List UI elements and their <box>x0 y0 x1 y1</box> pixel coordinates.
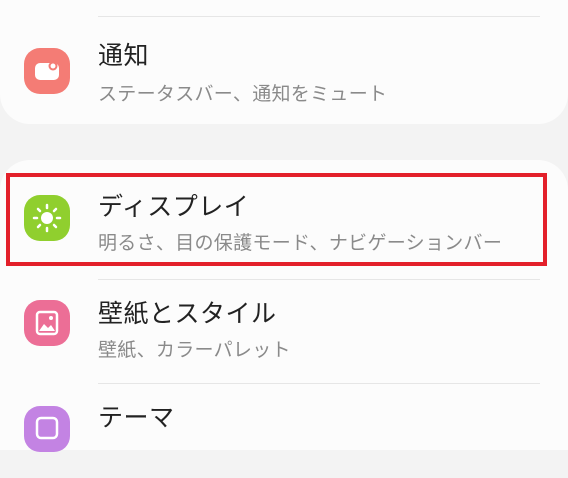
wallpaper-icon <box>24 300 70 346</box>
settings-card-bottom: ディスプレイ 明るさ、目の保護モード、ナビゲーションバー 壁紙とスタイル 壁紙、… <box>0 160 568 452</box>
settings-item-title: 壁紙とスタイル <box>98 299 277 328</box>
settings-item-title: ディスプレイ <box>98 192 250 221</box>
settings-item-subtitle: ステータスバー、通知をミュート <box>98 83 388 105</box>
settings-item-display[interactable]: ディスプレイ 明るさ、目の保護モード、ナビゲーションバー <box>0 175 568 267</box>
settings-item-theme[interactable]: テーマ <box>0 386 568 478</box>
notification-icon <box>24 48 70 94</box>
sun-icon <box>24 195 70 241</box>
theme-icon <box>24 406 70 452</box>
settings-card-top: 通知 ステータスバー、通知をミュート <box>0 0 568 124</box>
settings-item-title: 通知 <box>98 41 150 70</box>
settings-item-wallpaper[interactable]: 壁紙とスタイル 壁紙、カラーパレット <box>0 282 568 374</box>
settings-item-subtitle: 壁紙、カラーパレット <box>98 339 291 361</box>
divider <box>98 16 540 17</box>
settings-item-subtitle: 明るさ、目の保護モード、ナビゲーションバー <box>98 232 503 254</box>
settings-item-title: テーマ <box>98 403 175 432</box>
divider <box>98 279 540 280</box>
settings-item-notifications[interactable]: 通知 ステータスバー、通知をミュート <box>0 24 568 116</box>
divider <box>98 383 540 384</box>
